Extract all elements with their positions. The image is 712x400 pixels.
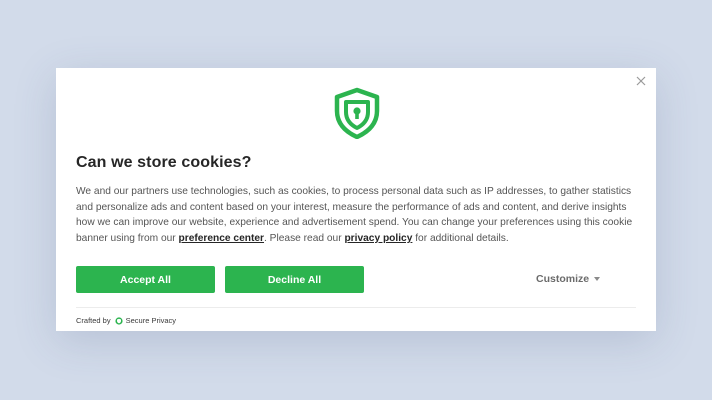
shield-lock-icon <box>333 87 381 140</box>
secure-privacy-brand-link[interactable]: Secure Privacy <box>115 316 176 325</box>
banner-description: We and our partners use technologies, su… <box>76 184 641 246</box>
description-text-3: for additional details. <box>412 232 509 244</box>
banner-title: Can we store cookies? <box>76 154 252 171</box>
customize-dropdown[interactable]: Customize <box>536 273 601 285</box>
brand-name: Secure Privacy <box>125 316 177 325</box>
close-icon[interactable] <box>634 74 648 88</box>
cookie-banner: Can we store cookies? We and our partner… <box>56 68 656 331</box>
chevron-down-icon <box>594 277 601 281</box>
preference-center-link[interactable]: preference center <box>179 233 265 244</box>
accept-all-button[interactable]: Accept All <box>76 266 215 293</box>
banner-footer: Crafted by Secure Privacy <box>76 316 176 325</box>
decline-all-button[interactable]: Decline All <box>225 266 364 293</box>
customize-label: Customize <box>536 273 590 285</box>
description-text-2: . Please read our <box>264 232 345 244</box>
secure-privacy-logo-icon <box>115 316 123 325</box>
divider <box>76 307 636 308</box>
privacy-policy-link[interactable]: privacy policy <box>344 233 412 244</box>
crafted-by-label: Crafted by <box>76 316 111 325</box>
